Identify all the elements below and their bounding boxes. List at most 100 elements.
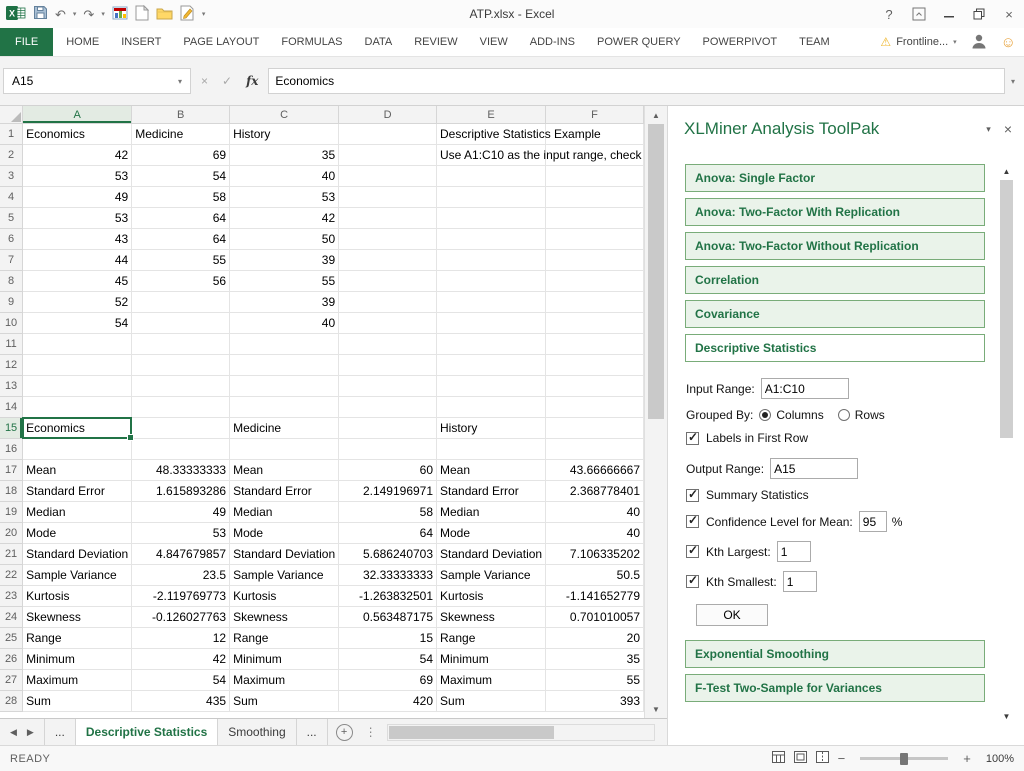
cell-f4[interactable] — [546, 187, 644, 208]
cell-c28[interactable]: Sum — [230, 691, 339, 712]
row-header-21[interactable]: 21 — [0, 544, 23, 565]
ribbon-tab-view[interactable]: VIEW — [469, 28, 519, 56]
cell-a21[interactable]: Standard Deviation — [23, 544, 132, 565]
cell-e16[interactable] — [437, 439, 546, 460]
zoom-level[interactable]: 100% — [986, 753, 1014, 765]
cell-c17[interactable]: Mean — [230, 460, 339, 481]
cell-f21[interactable]: 7.106335202 — [546, 544, 644, 565]
row-header-26[interactable]: 26 — [0, 649, 23, 670]
cell-f22[interactable]: 50.5 — [546, 565, 644, 586]
sheet-tab-descriptive-statistics[interactable]: Descriptive Statistics — [76, 719, 218, 745]
row-header-13[interactable]: 13 — [0, 376, 23, 397]
cell-d2[interactable] — [339, 145, 437, 166]
cell-b4[interactable]: 58 — [132, 187, 230, 208]
cell-e26[interactable]: Minimum — [437, 649, 546, 670]
confidence-level-checkbox[interactable] — [686, 515, 699, 528]
cell-d18[interactable]: 2.149196971 — [339, 481, 437, 502]
cell-d23[interactable]: -1.263832501 — [339, 586, 437, 607]
cell-b8[interactable]: 56 — [132, 271, 230, 292]
cell-f16[interactable] — [546, 439, 644, 460]
cell-d28[interactable]: 420 — [339, 691, 437, 712]
row-header-16[interactable]: 16 — [0, 439, 23, 460]
cell-c9[interactable]: 39 — [230, 292, 339, 313]
cell-c6[interactable]: 50 — [230, 229, 339, 250]
cell-b19[interactable]: 49 — [132, 502, 230, 523]
cell-f19[interactable]: 40 — [546, 502, 644, 523]
tool-button-anova-two-factor-with-replication[interactable]: Anova: Two-Factor With Replication — [685, 198, 985, 226]
cell-c24[interactable]: Skewness — [230, 607, 339, 628]
cell-a22[interactable]: Sample Variance — [23, 565, 132, 586]
vertical-scrollbar-thumb[interactable] — [648, 124, 664, 419]
cell-b21[interactable]: 4.847679857 — [132, 544, 230, 565]
grouped-by-rows-radio[interactable] — [838, 409, 850, 421]
row-header-18[interactable]: 18 — [0, 481, 23, 502]
column-header-f[interactable]: F — [546, 106, 644, 124]
tool-button-correlation[interactable]: Correlation — [685, 266, 985, 294]
excel-logo-icon[interactable]: X — [6, 4, 26, 25]
cell-d6[interactable] — [339, 229, 437, 250]
cell-d13[interactable] — [339, 376, 437, 397]
cell-e27[interactable]: Maximum — [437, 670, 546, 691]
qat-edit-document-icon[interactable] — [180, 5, 195, 24]
row-header-11[interactable]: 11 — [0, 334, 23, 355]
row-header-9[interactable]: 9 — [0, 292, 23, 313]
cell-f18[interactable]: 2.368778401 — [546, 481, 644, 502]
redo-dropdown-icon[interactable]: ▾ — [101, 11, 105, 18]
horizontal-scrollbar-thumb[interactable] — [389, 726, 554, 739]
cell-f7[interactable] — [546, 250, 644, 271]
row-header-25[interactable]: 25 — [0, 628, 23, 649]
cell-b27[interactable]: 54 — [132, 670, 230, 691]
cell-a13[interactable] — [23, 376, 132, 397]
confidence-level-field[interactable] — [859, 511, 887, 532]
cell-d19[interactable]: 58 — [339, 502, 437, 523]
cell-a24[interactable]: Skewness — [23, 607, 132, 628]
addin-notification[interactable]: ⚠ Frontline... ▾ — [880, 35, 956, 49]
cell-d25[interactable]: 15 — [339, 628, 437, 649]
cell-e5[interactable] — [437, 208, 546, 229]
column-header-e[interactable]: E — [437, 106, 546, 124]
row-header-6[interactable]: 6 — [0, 229, 23, 250]
cell-b3[interactable]: 54 — [132, 166, 230, 187]
cell-b13[interactable] — [132, 376, 230, 397]
cell-b17[interactable]: 48.33333333 — [132, 460, 230, 481]
zoom-slider[interactable] — [860, 757, 948, 760]
undo-icon[interactable]: ↶ — [55, 8, 66, 21]
row-header-14[interactable]: 14 — [0, 397, 23, 418]
cell-c4[interactable]: 53 — [230, 187, 339, 208]
cell-b11[interactable] — [132, 334, 230, 355]
cell-f5[interactable] — [546, 208, 644, 229]
row-header-15[interactable]: 15 — [0, 418, 23, 439]
cell-a16[interactable] — [23, 439, 132, 460]
row-header-17[interactable]: 17 — [0, 460, 23, 481]
cell-f8[interactable] — [546, 271, 644, 292]
cell-c10[interactable]: 40 — [230, 313, 339, 334]
cell-f3[interactable] — [546, 166, 644, 187]
cell-b6[interactable]: 64 — [132, 229, 230, 250]
zoom-slider-thumb[interactable] — [900, 753, 908, 765]
cell-d10[interactable] — [339, 313, 437, 334]
row-header-8[interactable]: 8 — [0, 271, 23, 292]
cell-e13[interactable] — [437, 376, 546, 397]
qat-new-document-icon[interactable] — [135, 5, 149, 24]
cell-c2[interactable]: 35 — [230, 145, 339, 166]
cell-b28[interactable]: 435 — [132, 691, 230, 712]
horizontal-scrollbar[interactable] — [387, 724, 655, 741]
row-header-5[interactable]: 5 — [0, 208, 23, 229]
cell-b5[interactable]: 64 — [132, 208, 230, 229]
cell-c12[interactable] — [230, 355, 339, 376]
qat-customize-dropdown-icon[interactable]: ▾ — [202, 11, 206, 18]
confirm-entry-icon[interactable]: ✓ — [222, 74, 232, 88]
cell-a20[interactable]: Mode — [23, 523, 132, 544]
cell-e14[interactable] — [437, 397, 546, 418]
cell-c23[interactable]: Kurtosis — [230, 586, 339, 607]
cell-d14[interactable] — [339, 397, 437, 418]
cell-a18[interactable]: Standard Error — [23, 481, 132, 502]
cell-a4[interactable]: 49 — [23, 187, 132, 208]
tool-button-f-test-two-sample-for-variances[interactable]: F-Test Two-Sample for Variances — [685, 674, 985, 702]
pane-scroll-up-icon[interactable]: ▲ — [998, 164, 1015, 178]
cell-d12[interactable] — [339, 355, 437, 376]
ribbon-tab-review[interactable]: REVIEW — [403, 28, 468, 56]
user-account-icon[interactable] — [969, 33, 989, 52]
cell-d1[interactable] — [339, 124, 437, 145]
cell-a3[interactable]: 53 — [23, 166, 132, 187]
